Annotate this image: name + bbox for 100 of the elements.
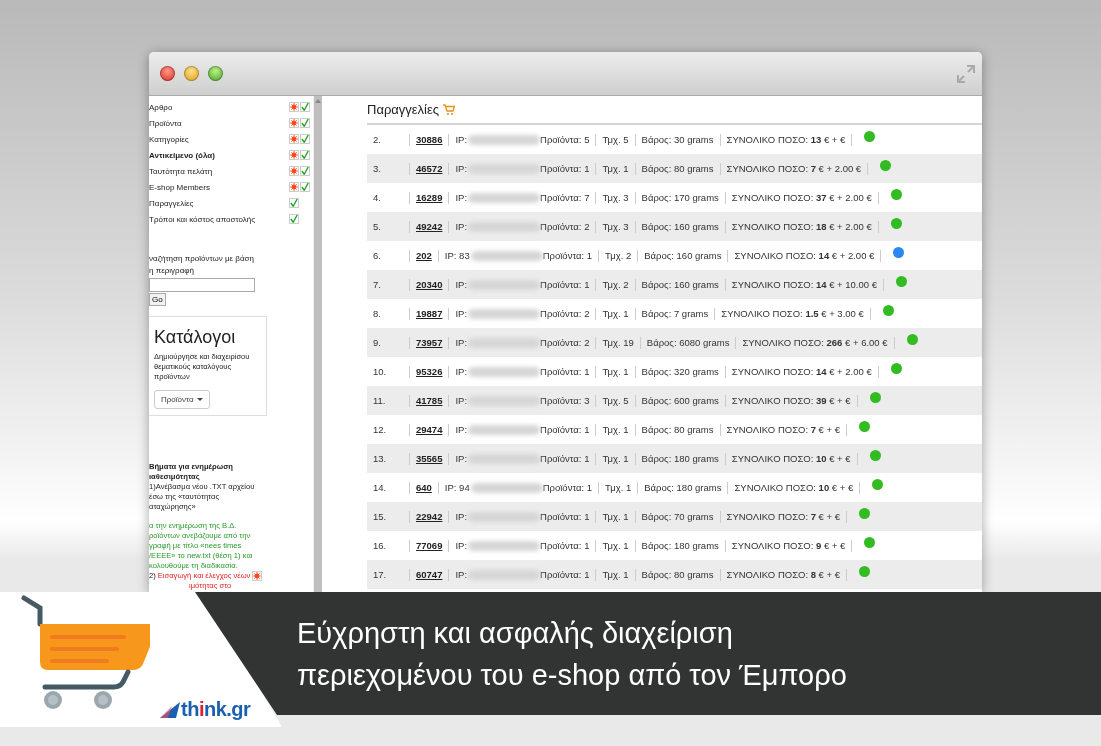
products-count: Προϊόντα: 3 (540, 395, 590, 406)
logo-text: think.gr (181, 698, 251, 721)
products-count: Προϊόντα: 5 (540, 134, 590, 145)
scroll-up-icon[interactable] (315, 99, 321, 103)
order-link[interactable]: 22942 (416, 511, 443, 522)
menu-item[interactable]: Ταυτότητα πελάτη (149, 166, 289, 176)
order-row[interactable]: 3. 46572 IP: Προϊόντα: 1 Τμχ. 1 Βάρος: 80 grams ΣΥΝΟΛΙΚΟ ΠΟΣΟ: 7 € + 2.00 € (367, 154, 982, 183)
ip-label: IP: (455, 424, 468, 435)
check-icon[interactable] (300, 118, 310, 128)
row-number: 11. (373, 395, 387, 406)
order-row[interactable]: 10. 95326 IP: Προϊόντα: 1 Τμχ. 1 Βάρος: 320 grams ΣΥΝΟΛΙΚΟ ΠΟΣΟ: 14 € + 2.00 € (367, 357, 982, 386)
order-row[interactable]: 4. 16289 IP: Προϊόντα: 7 Τμχ. 3 Βάρος: 170 grams ΣΥΝΟΛΙΚΟ ΠΟΣΟ: 37 € + 2.00 € (367, 183, 982, 212)
check-icon[interactable] (300, 150, 310, 160)
order-row[interactable]: 2. 30886 IP: Προϊόντα: 5 Τμχ. 5 Βάρος: 30 grams ΣΥΝΟΛΙΚΟ ΠΟΣΟ: 13 € + € (367, 125, 982, 154)
products-count: Προϊόντα: 1 (540, 424, 590, 435)
order-link[interactable]: 640 (416, 482, 432, 493)
asterisk-icon[interactable] (289, 150, 299, 160)
orders-title: Παραγγελίες (367, 102, 440, 117)
total-amount: ΣΥΝΟΛΙΚΟ ΠΟΣΟ: 266 € + 6.00 € (742, 337, 888, 348)
order-link[interactable]: 20340 (416, 279, 443, 290)
menu-item[interactable]: Αντικείμενο (όλα) (149, 150, 289, 160)
order-row[interactable]: 13. 35565 IP: Προϊόντα: 1 Τμχ. 1 Βάρος: 180 grams ΣΥΝΟΛΙΚΟ ΠΟΣΟ: 10 € + € (367, 444, 982, 473)
order-link[interactable]: 202 (416, 250, 432, 261)
ip-label: IP: (455, 453, 468, 464)
order-row[interactable]: 14. 640 IP: 94 Προϊόντα: 1 Τμχ. 1 Βάρος: 180 grams ΣΥΝΟΛΙΚΟ ΠΟΣΟ: 10 € + € (367, 473, 982, 502)
order-link[interactable]: 49242 (416, 221, 443, 232)
order-row[interactable]: 17. 60747 IP: Προϊόντα: 1 Τμχ. 1 Βάρος: 80 grams ΣΥΝΟΛΙΚΟ ΠΟΣΟ: 8 € + € (367, 560, 982, 589)
asterisk-icon[interactable] (289, 118, 299, 128)
order-link[interactable]: 46572 (416, 163, 443, 174)
pieces-count: Τμχ. 1 (602, 424, 629, 435)
order-row[interactable]: 7. 20340 IP: Προϊόντα: 1 Τμχ. 2 Βάρος: 160 grams ΣΥΝΟΛΙΚΟ ΠΟΣΟ: 14 € + 10.00 € (367, 270, 982, 299)
order-link[interactable]: 77069 (416, 540, 443, 551)
order-link[interactable]: 73957 (416, 337, 443, 348)
total-amount: ΣΥΝΟΛΙΚΟ ΠΟΣΟ: 39 € + € (731, 395, 851, 406)
order-link[interactable]: 29474 (416, 424, 443, 435)
products-count: Προϊόντα: 1 (542, 250, 593, 261)
zoom-button[interactable] (208, 66, 223, 81)
asterisk-icon[interactable] (289, 182, 299, 192)
order-row[interactable]: 5. 49242 IP: Προϊόντα: 2 Τμχ. 3 Βάρος: 160 grams ΣΥΝΟΛΙΚΟ ΠΟΣΟ: 18 € + 2.00 € (367, 212, 982, 241)
search-field[interactable] (149, 278, 255, 292)
menu-item[interactable]: E-shop Members (149, 182, 289, 192)
menu-item[interactable]: Τρόποι και κόστος αποστολής (149, 214, 289, 224)
scrollbar[interactable] (313, 96, 322, 592)
order-row[interactable]: 15. 22942 IP: Προϊόντα: 1 Τμχ. 1 Βάρος: 70 grams ΣΥΝΟΛΙΚΟ ΠΟΣΟ: 7 € + € (367, 502, 982, 531)
weight: Βάρος: 600 grams (641, 395, 719, 406)
row-number: 3. (373, 163, 382, 174)
pieces-count: Τμχ. 3 (602, 192, 629, 203)
pieces-count: Τμχ. 1 (602, 540, 629, 551)
order-row[interactable]: 11. 41785 IP: Προϊόντα: 3 Τμχ. 5 Βάρος: 600 grams ΣΥΝΟΛΙΚΟ ΠΟΣΟ: 39 € + € (367, 386, 982, 415)
menu-item[interactable]: Κατηγορίες (149, 134, 289, 144)
asterisk-icon[interactable] (289, 102, 299, 112)
order-link[interactable]: 95326 (416, 366, 443, 377)
asterisk-icon[interactable] (289, 166, 299, 176)
products-count: Προϊόντα: 1 (540, 366, 590, 377)
order-link[interactable]: 35565 (416, 453, 443, 464)
caret-icon (196, 398, 203, 401)
menu-item[interactable]: Παραγγελίες (149, 198, 289, 208)
order-row[interactable]: 9. 73957 IP: Προϊόντα: 2 Τμχ. 19 Βάρος: 6080 grams ΣΥΝΟΛΙΚΟ ΠΟΣΟ: 266 € + 6.00 € (367, 328, 982, 357)
ip-label: IP: (455, 366, 468, 377)
order-link[interactable]: 30886 (416, 134, 443, 145)
row-number: 4. (373, 192, 382, 203)
minimize-button[interactable] (184, 66, 199, 81)
order-link[interactable]: 16289 (416, 192, 443, 203)
row-number: 7. (373, 279, 382, 290)
menu-item[interactable]: Προϊόντα (149, 118, 289, 128)
pieces-count: Τμχ. 3 (602, 221, 629, 232)
expand-icon[interactable] (956, 63, 976, 84)
check-icon[interactable] (289, 214, 299, 224)
check-icon[interactable] (300, 102, 310, 112)
total-amount: ΣΥΝΟΛΙΚΟ ΠΟΣΟ: 7 € + 2.00 € (726, 163, 862, 174)
order-link[interactable]: 19887 (416, 308, 443, 319)
ip-label: IP: (455, 395, 468, 406)
order-link[interactable]: 41785 (416, 395, 443, 406)
weight: Βάρος: 180 grams (644, 482, 722, 493)
row-number: 8. (373, 308, 382, 319)
asterisk-icon[interactable] (252, 571, 263, 581)
products-count: Προϊόντα: 7 (540, 192, 590, 203)
products-count: Προϊόντα: 1 (540, 453, 590, 464)
pieces-count: Τμχ. 5 (602, 134, 629, 145)
pieces-count: Τμχ. 1 (602, 453, 629, 464)
menu-item[interactable]: Αρθρο (149, 102, 289, 112)
pieces-count: Τμχ. 1 (602, 569, 629, 580)
order-link[interactable]: 60747 (416, 569, 443, 580)
asterisk-icon[interactable] (289, 134, 299, 144)
total-amount: ΣΥΝΟΛΙΚΟ ΠΟΣΟ: 8 € + € (726, 569, 841, 580)
check-icon[interactable] (289, 198, 299, 208)
order-row[interactable]: 16. 77069 IP: Προϊόντα: 1 Τμχ. 1 Βάρος: 180 grams ΣΥΝΟΛΙΚΟ ΠΟΣΟ: 9 € + € (367, 531, 982, 560)
order-row[interactable]: 6. 202 IP: 83 Προϊόντα: 1 Τμχ. 2 Βάρος: 160 grams ΣΥΝΟΛΙΚΟ ΠΟΣΟ: 14 € + 2.00 € (367, 241, 982, 270)
total-amount: ΣΥΝΟΛΙΚΟ ΠΟΣΟ: 14 € + 2.00 € (731, 366, 872, 377)
order-row[interactable]: 8. 19887 IP: Προϊόντα: 2 Τμχ. 1 Βάρος: 7 grams ΣΥΝΟΛΙΚΟ ΠΟΣΟ: 1.5 € + 3.00 € (367, 299, 982, 328)
check-icon[interactable] (300, 134, 310, 144)
check-icon[interactable] (300, 166, 310, 176)
close-button[interactable] (160, 66, 175, 81)
row-number: 12. (373, 424, 388, 435)
ip-label: IP: 83 (444, 250, 470, 261)
products-dropdown[interactable]: Προϊόντα (154, 390, 210, 409)
total-amount: ΣΥΝΟΛΙΚΟ ΠΟΣΟ: 9 € + € (731, 540, 846, 551)
check-icon[interactable] (300, 182, 310, 192)
order-row[interactable]: 12. 29474 IP: Προϊόντα: 1 Τμχ. 1 Βάρος: 80 grams ΣΥΝΟΛΙΚΟ ΠΟΣΟ: 7 € + € (367, 415, 982, 444)
go-button[interactable]: Go (149, 293, 166, 306)
